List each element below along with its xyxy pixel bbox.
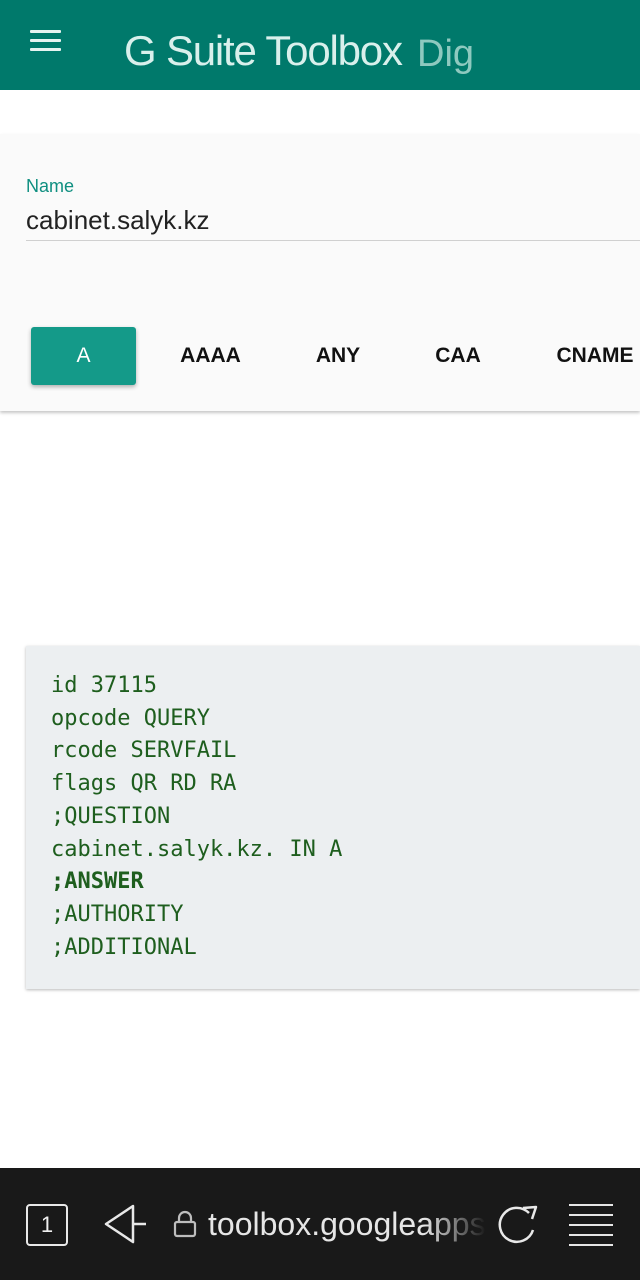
hamburger-menu-icon[interactable]: [30, 30, 62, 52]
name-input[interactable]: [26, 200, 640, 240]
tab-cname[interactable]: CNAME: [546, 327, 640, 385]
dig-result-text: id 37115 opcode QUERY rcode SERVFAIL fla…: [51, 670, 342, 964]
tab-aaaa[interactable]: AAAA: [162, 327, 259, 385]
tab-caa[interactable]: CAA: [412, 327, 504, 385]
back-icon[interactable]: [100, 1200, 148, 1248]
app-subtitle: Dig: [417, 33, 475, 75]
url-field[interactable]: toolbox.googleapps.com/apps/dig: [208, 1202, 486, 1246]
reload-icon[interactable]: [492, 1200, 542, 1250]
app-title: G Suite Toolbox: [124, 27, 403, 74]
name-label: Name: [26, 176, 75, 196]
result-line: flags QR RD RA: [51, 771, 237, 797]
lock-icon: [173, 1210, 197, 1238]
result-line: ;ADDITIONAL: [51, 934, 197, 960]
result-line: ;AUTHORITY: [51, 901, 184, 927]
tab-a[interactable]: A: [31, 327, 136, 385]
result-line-answer: ;ANSWER: [51, 869, 144, 895]
result-line: id 37115: [51, 673, 157, 698]
result-line: rcode SERVFAIL: [51, 738, 237, 764]
tab-any[interactable]: ANY: [292, 327, 384, 385]
result-line: ;QUESTION: [51, 803, 171, 829]
result-line: cabinet.salyk.kz. IN A: [51, 836, 343, 862]
name-input-underline: [26, 240, 640, 241]
tab-switcher-icon[interactable]: 1: [26, 1204, 68, 1246]
app-bar: G Suite Toolbox Dig: [0, 0, 640, 90]
browser-menu-icon[interactable]: [569, 1202, 615, 1246]
result-line: opcode QUERY: [51, 705, 210, 731]
